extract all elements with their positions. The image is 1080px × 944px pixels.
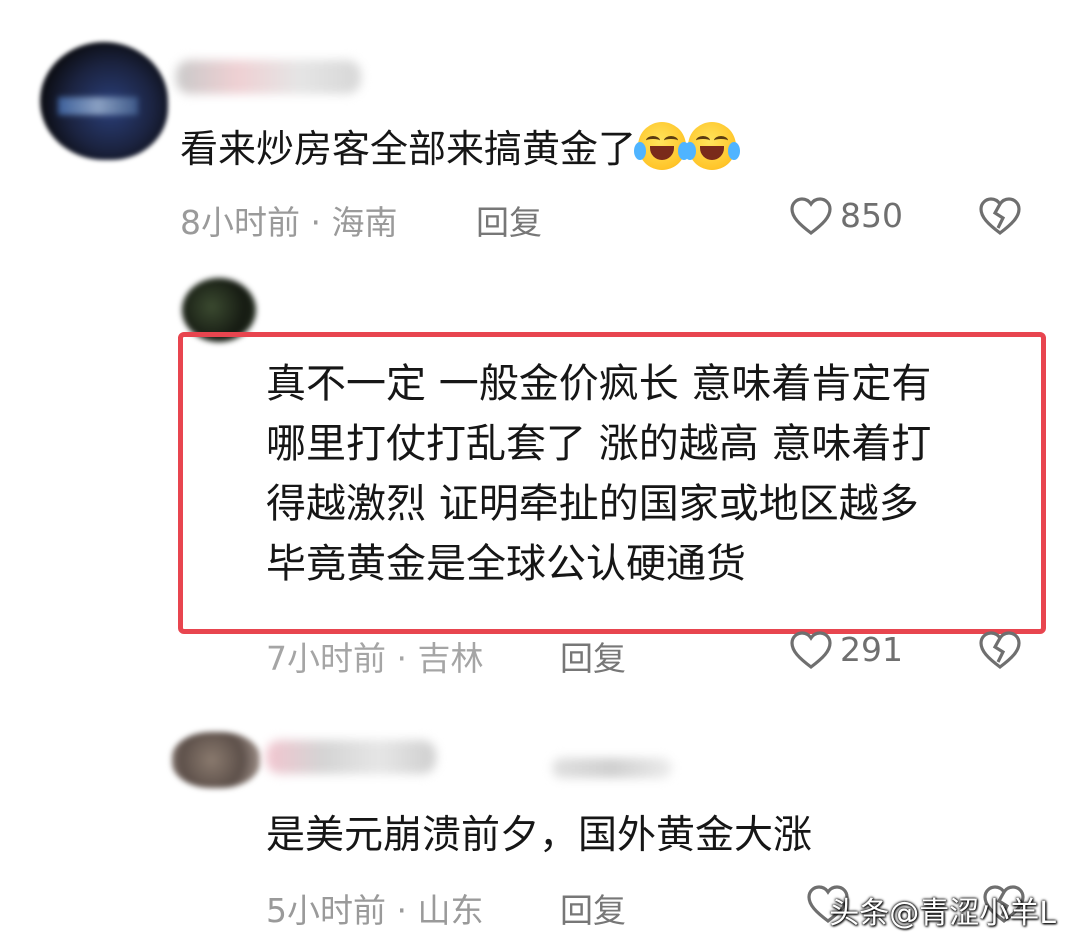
laughing-tears-emoji-icon (684, 122, 741, 170)
laughing-tears-emoji-icon (634, 122, 691, 170)
reply-button[interactable]: 回复 (560, 632, 626, 680)
user-avatar[interactable] (172, 732, 260, 788)
like-count: 850 (840, 196, 903, 235)
user-avatar[interactable] (40, 42, 168, 160)
reply-button[interactable]: 回复 (476, 196, 542, 244)
comment-text: 是美元崩溃前夕，国外黄金大涨 (266, 813, 813, 858)
watermark: 头条@青涩小羊L (829, 896, 1056, 931)
username-blurred[interactable] (266, 740, 436, 774)
comment-meta: 8小时前 · 海南 (180, 203, 398, 242)
like-count: 291 (840, 630, 903, 669)
like-heart-icon[interactable] (789, 630, 833, 670)
comment-meta: 7小时前 · 吉林 (266, 639, 484, 678)
comment-text: 真不一定 一般金价疯长 意味着肯定有 哪里打仗打乱套了 涨的越高 意味着打 得越… (266, 361, 932, 587)
comment-meta: 5小时前 · 山东 (266, 891, 484, 930)
user-tag-blurred (552, 758, 672, 778)
comment-text: 看来炒房客全部来搞黄金了 (180, 122, 741, 173)
like-heart-icon[interactable] (789, 196, 833, 236)
dislike-broken-heart-icon[interactable] (978, 196, 1022, 236)
username-blurred[interactable] (176, 60, 361, 94)
dislike-broken-heart-icon[interactable] (978, 630, 1022, 670)
reply-button[interactable]: 回复 (560, 884, 626, 932)
